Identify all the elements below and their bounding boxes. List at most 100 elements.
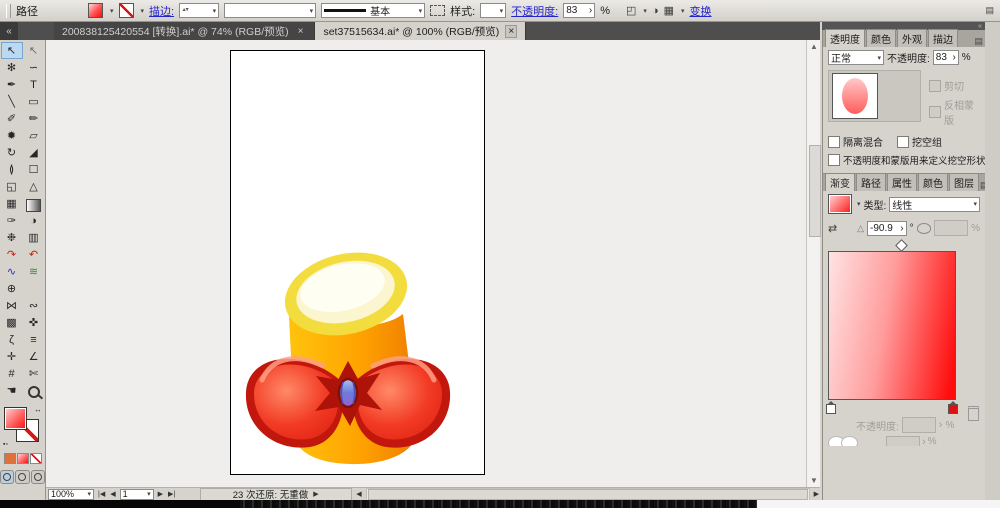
- gradient-type-select[interactable]: 线性 ▾: [889, 196, 980, 212]
- chevron-down-icon[interactable]: ▾: [857, 200, 861, 208]
- chevron-down-icon[interactable]: ▾: [213, 7, 217, 15]
- invert-mask-checkbox[interactable]: [929, 106, 942, 118]
- scroll-up-icon[interactable]: ▲: [810, 42, 818, 51]
- chevron-down-icon[interactable]: ▾: [643, 7, 647, 15]
- fill-color-swatch[interactable]: [88, 3, 103, 18]
- chevron-down-icon[interactable]: ▾: [87, 490, 91, 498]
- width-profile-field[interactable]: ▾: [224, 3, 317, 18]
- line-segment-tool[interactable]: ╲: [1, 93, 23, 110]
- scribble-tool[interactable]: ζ: [1, 331, 23, 348]
- prev-page-button[interactable]: ◀: [109, 490, 116, 498]
- slice-tool[interactable]: ✄: [23, 365, 45, 382]
- free-transform-tool[interactable]: ☐: [23, 161, 45, 178]
- zoom-tool[interactable]: [23, 382, 45, 399]
- pucker-tool[interactable]: ✜: [23, 314, 45, 331]
- chevron-down-icon[interactable]: ▾: [973, 200, 977, 208]
- collapse-dock-icon[interactable]: «: [978, 23, 982, 30]
- stroke-color-swatch[interactable]: [118, 3, 134, 18]
- artwork-cylinder-with-bow[interactable]: [231, 51, 484, 474]
- chevron-down-icon[interactable]: ▾: [500, 7, 504, 15]
- zoom-level-field[interactable]: 100% ▾: [48, 488, 94, 500]
- document-setup-icon[interactable]: ▦: [664, 4, 674, 17]
- recolor-artwork-icon[interactable]: ◑: [652, 5, 659, 17]
- lattice-tool[interactable]: ▩: [1, 314, 23, 331]
- angle-tool[interactable]: ∠: [23, 348, 45, 365]
- opacity-field[interactable]: 83 ›: [563, 3, 596, 18]
- symbol-sprayer-tool[interactable]: ❉: [1, 229, 23, 246]
- brush-definition-field[interactable]: 基本 ▾: [321, 3, 426, 18]
- knockout-group-checkbox[interactable]: [897, 135, 909, 148]
- rectangle-tool[interactable]: ▭: [23, 93, 45, 110]
- control-panel-menu-icon[interactable]: ▤: [985, 5, 994, 16]
- gradient-tool[interactable]: [23, 195, 45, 212]
- column-graph-tool[interactable]: ▥: [23, 229, 45, 246]
- pencil-tool[interactable]: ✏: [23, 110, 45, 127]
- magic-wand-tool[interactable]: ✻: [1, 59, 23, 76]
- gradient-stop-end[interactable]: [948, 401, 958, 414]
- document-tab-1[interactable]: 200838125420554 [转换].ai* @ 74% (RGB/预览) …: [54, 22, 316, 40]
- spinner-right-icon[interactable]: ›: [900, 223, 903, 234]
- stroke-weight-spinner-icon[interactable]: ▴▾: [182, 7, 189, 13]
- eyedropper-tool[interactable]: ✑: [1, 212, 23, 229]
- page-number-field[interactable]: 1 ▾: [119, 488, 154, 500]
- panel-menu-icon[interactable]: ▤: [974, 36, 983, 47]
- chevron-down-icon[interactable]: ▾: [681, 7, 685, 15]
- scroll-down-icon[interactable]: ▼: [810, 476, 818, 485]
- hscroll-left-icon[interactable]: ◀: [355, 490, 362, 498]
- perspective-grid-tool[interactable]: △: [23, 178, 45, 195]
- gradient-button[interactable]: [16, 453, 29, 464]
- dashed-line-icon[interactable]: [430, 5, 446, 16]
- stroke-link[interactable]: 描边:: [149, 3, 174, 19]
- tab-layers[interactable]: 图层: [949, 173, 979, 191]
- measure-tool[interactable]: ✛: [1, 348, 23, 365]
- tab-attributes[interactable]: 属性: [887, 173, 917, 191]
- gradient-angle-field[interactable]: -90.9 ›: [866, 220, 907, 236]
- artboard[interactable]: [230, 50, 485, 475]
- clip-checkbox[interactable]: [929, 79, 942, 92]
- tab-color-2[interactable]: 颜色: [918, 173, 948, 191]
- knockout-shape-checkbox[interactable]: [828, 154, 840, 166]
- direct-selection-tool[interactable]: ↖: [23, 42, 45, 59]
- selection-tool[interactable]: ↖: [0, 42, 23, 59]
- scale-tool[interactable]: ◢: [23, 144, 45, 161]
- close-icon[interactable]: ×: [505, 24, 518, 38]
- polyline-tool[interactable]: ∿: [1, 263, 23, 280]
- isolate-blend-checkbox[interactable]: [828, 135, 840, 148]
- blend-tool[interactable]: ◑: [23, 212, 45, 229]
- spinner-right-icon[interactable]: ›: [952, 52, 955, 63]
- rotate-view-tool[interactable]: ⊕: [1, 280, 23, 297]
- align-tool[interactable]: ≡: [23, 331, 45, 348]
- paintbrush-tool[interactable]: ✐: [1, 110, 23, 127]
- pen-tool[interactable]: ✒: [1, 76, 23, 93]
- stroke-weight-field[interactable]: ▴▾ ▾: [179, 3, 220, 18]
- next-page-button[interactable]: ▶: [157, 490, 164, 498]
- undo-status[interactable]: 23 次还原: 无重做 ▶: [200, 487, 353, 501]
- chevron-down-icon[interactable]: ▾: [310, 7, 314, 15]
- none-button[interactable]: [29, 453, 42, 464]
- hand-tool[interactable]: ☚: [1, 382, 23, 399]
- tab-color[interactable]: 颜色: [866, 29, 896, 47]
- draw-inside-button[interactable]: [30, 470, 45, 484]
- default-fill-stroke-icon[interactable]: ▪▫: [3, 441, 8, 448]
- spinner-right-icon[interactable]: ›: [589, 5, 592, 16]
- shape-builder-tool[interactable]: ◱: [1, 178, 23, 195]
- chevron-down-icon[interactable]: ▾: [419, 7, 423, 15]
- isolate-selected-icon[interactable]: ◰: [626, 4, 636, 17]
- document-tab-2[interactable]: set37515634.ai* @ 100% (RGB/预览) ×: [315, 22, 527, 40]
- panel-opacity-field[interactable]: 83 ›: [932, 50, 959, 65]
- rotate-tool[interactable]: ↻: [1, 144, 23, 161]
- wrinkle-tool[interactable]: ∾: [23, 297, 45, 314]
- blend-mode-select[interactable]: 正常 ▾: [828, 50, 884, 65]
- color-button[interactable]: [3, 453, 16, 464]
- blob-brush-tool[interactable]: ✹: [1, 127, 23, 144]
- scrollbar-thumb[interactable]: [809, 145, 821, 237]
- tab-appearance[interactable]: 外观: [897, 29, 927, 47]
- gradient-swatch[interactable]: [828, 194, 852, 214]
- last-page-button[interactable]: ▶|: [167, 490, 176, 498]
- chevron-down-icon[interactable]: ▾: [877, 54, 881, 62]
- status-expand-icon[interactable]: ▶: [312, 490, 319, 498]
- eraser-tool[interactable]: ▱: [23, 127, 45, 144]
- stroke-dropdown-icon[interactable]: ▾: [141, 7, 145, 15]
- tab-pathfinder[interactable]: 路径: [856, 173, 886, 191]
- wave-tool[interactable]: ≋: [23, 263, 45, 280]
